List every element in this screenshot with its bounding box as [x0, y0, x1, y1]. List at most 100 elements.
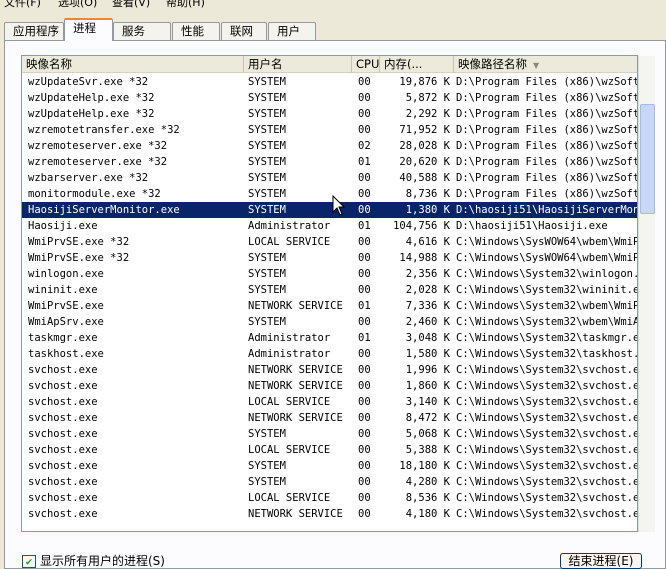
process-user-name: SYSTEM	[248, 76, 286, 88]
process-row[interactable]: svchost.exe NETWORK SERVICE 00 8,472 K C:\Wi…	[22, 410, 637, 426]
process-image-name: HaosijiServerMonitor.exe	[28, 204, 180, 216]
menu-options[interactable]: 选项(O)	[58, 0, 97, 8]
menu-file[interactable]: 文件(F)	[4, 0, 41, 8]
process-row[interactable]: WmiPrvSE.exe *32 LOCAL SERVICE 00 4,616 K C:…	[22, 234, 637, 250]
process-image-name: wzremotetransfer.exe *32	[28, 124, 180, 136]
process-row[interactable]: HaosijiServerMonitor.exe SYSTEM 00 1,380 KD…	[22, 202, 637, 218]
process-row[interactable]: wzremotetransfer.exe *32 SYSTEM 00 71,952 K…	[22, 122, 637, 138]
process-row[interactable]: wzremoteserver.exe *32 SYSTEM 02 28,028 K D:…	[22, 138, 637, 154]
process-row[interactable]: taskmgr.exe Administrator 01 3,048 K C:\Wind…	[22, 330, 637, 346]
process-row[interactable]: svchost.exe NETWORK SERVICE 00 1,996 K C:\Wi…	[22, 362, 637, 378]
process-image-path: D:\Program Files (x86)\wzSoft\	[456, 92, 637, 104]
column-image-path-label: 映像路径名称	[458, 57, 527, 71]
process-row[interactable]: svchost.exe LOCAL SERVICE 00 5,388 K C:\Wind…	[22, 442, 637, 458]
process-cpu: 01	[358, 332, 371, 344]
process-cpu: 01	[358, 220, 371, 232]
show-all-users-checkbox[interactable]: ✔	[22, 555, 36, 568]
column-image-name[interactable]: 映像名称	[22, 56, 244, 73]
tab-services[interactable]: 服务	[113, 22, 171, 40]
process-image-name: svchost.exe	[28, 428, 98, 440]
process-cpu: 00	[358, 236, 371, 248]
process-image-path: D:\Program Files (x86)\wzSoft\	[456, 124, 637, 136]
process-row[interactable]: svchost.exe NETWORK SERVICE 00 1,860 K C:\Wi…	[22, 378, 637, 394]
tab-networking[interactable]: 联网	[221, 22, 267, 40]
process-memory: 3,048 K	[405, 332, 450, 344]
tab-strip: 应用程序 进程 服务 性能 联网 用户	[0, 18, 666, 41]
process-image-path: C:\Windows\System32\winlogon.ex	[456, 268, 637, 280]
process-row[interactable]: svchost.exe SYSTEM 00 5,068 K C:\Windows\Sys…	[22, 426, 637, 442]
process-memory: 40,588 K	[399, 172, 450, 184]
process-row[interactable]: svchost.exe NETWORK SERVICE 00 4,180 K C:\Wi…	[22, 506, 637, 522]
process-user-name: LOCAL SERVICE	[248, 396, 331, 408]
process-cpu: 00	[358, 380, 371, 392]
process-cpu: 01	[358, 156, 371, 168]
process-cpu: 02	[358, 140, 371, 152]
vertical-scrollbar[interactable]	[638, 56, 655, 532]
process-row[interactable]: svchost.exe LOCAL SERVICE 00 3,140 K C:\Wind…	[22, 394, 637, 410]
process-row[interactable]: wzremoteserver.exe *32 SYSTEM 01 20,620 K D:…	[22, 154, 637, 170]
process-cpu: 00	[358, 172, 371, 184]
tab-processes[interactable]: 进程	[64, 18, 113, 41]
column-memory[interactable]: 内存(...	[380, 56, 454, 73]
process-memory: 5,388 K	[405, 444, 450, 456]
process-image-name: WmiPrvSE.exe *32	[28, 252, 130, 264]
process-image-name: svchost.exe	[28, 444, 98, 456]
process-user-name: NETWORK SERVICE	[248, 380, 343, 392]
process-image-name: wininit.exe	[28, 284, 98, 296]
process-user-name: SYSTEM	[248, 124, 286, 136]
checkmark-icon: ✔	[25, 555, 33, 568]
process-cpu: 00	[358, 108, 371, 120]
process-image-path: D:\Program Files (x86)\wzSoft\	[456, 188, 637, 200]
column-user-name[interactable]: 用户名	[244, 56, 352, 73]
menu-help[interactable]: 帮助(H)	[166, 0, 205, 8]
tab-applications[interactable]: 应用程序	[4, 22, 64, 40]
process-image-path: D:\Program Files (x86)\wzSoft\	[456, 140, 637, 152]
process-image-name: svchost.exe	[28, 380, 98, 392]
process-cpu: 00	[358, 476, 371, 488]
process-user-name: NETWORK SERVICE	[248, 300, 343, 312]
process-row[interactable]: WmiPrvSE.exe *32 SYSTEM 00 14,988 K C:\Windo…	[22, 250, 637, 266]
process-image-path: D:\Program Files (x86)\wzSoft\	[456, 156, 637, 168]
process-row[interactable]: wzUpdateHelp.exe *32 SYSTEM 00 5,872 K D:\Pr…	[22, 90, 637, 106]
process-row[interactable]: svchost.exe SYSTEM 00 18,180 K C:\Windows\Sy…	[22, 458, 637, 474]
mouse-pointer-icon	[332, 195, 346, 216]
process-memory: 8,472 K	[405, 412, 450, 424]
process-row[interactable]: taskhost.exe Administrator 00 1,580 K C:\Win…	[22, 346, 637, 362]
process-image-name: Haosiji.exe	[28, 220, 98, 232]
end-process-button[interactable]: 结束进程(E)	[560, 553, 642, 569]
show-all-users-label: 显示所有用户的进程(S)	[40, 554, 165, 568]
process-cpu: 00	[358, 316, 371, 328]
process-user-name: NETWORK SERVICE	[248, 364, 343, 376]
process-row[interactable]: wzUpdateSvr.exe *32 SYSTEM 00 19,876 K D:\Pr…	[22, 74, 637, 90]
scrollbar-thumb[interactable]	[640, 104, 655, 214]
process-row[interactable]: svchost.exe LOCAL SERVICE 00 8,536 K C:\Wind…	[22, 490, 637, 506]
tab-users[interactable]: 用户	[268, 22, 316, 40]
process-row[interactable]: WmiApSrv.exe SYSTEM 00 2,460 K C:\Windows\Sy…	[22, 314, 637, 330]
column-image-path[interactable]: 映像路径名称 ▼	[454, 56, 637, 73]
process-list[interactable]: 映像名称 用户名 CPU 内存(... 映像路径名称 ▼ wzUpdateSvr.…	[21, 55, 638, 532]
process-row[interactable]: wininit.exe SYSTEM 00 2,028 K C:\Windows\Sys…	[22, 282, 637, 298]
process-memory: 14,988 K	[399, 252, 450, 264]
process-memory: 4,180 K	[405, 508, 450, 520]
process-row[interactable]: monitormodule.exe *32 SYSTEM 00 8,736 K D:\P…	[22, 186, 637, 202]
process-row[interactable]: wzbarserver.exe *32 SYSTEM 00 40,588 K D:\Pr…	[22, 170, 637, 186]
process-image-name: svchost.exe	[28, 476, 98, 488]
process-image-name: taskhost.exe	[28, 348, 104, 360]
column-cpu[interactable]: CPU	[352, 56, 380, 73]
menu-view[interactable]: 查看(V)	[112, 0, 150, 8]
process-row[interactable]: Haosiji.exe Administrator 01 104,756 K D:\ha…	[22, 218, 637, 234]
process-cpu: 01	[358, 300, 371, 312]
process-image-path: C:\Windows\System32\svchost.ex	[456, 380, 637, 392]
process-image-path: C:\Windows\System32\taskhost.e	[456, 348, 637, 360]
tab-performance[interactable]: 性能	[172, 22, 220, 40]
process-image-path: C:\Windows\System32\svchost.ex	[456, 364, 637, 376]
process-image-name: svchost.exe	[28, 508, 98, 520]
process-row[interactable]: WmiPrvSE.exe NETWORK SERVICE 01 7,336 K C:\W…	[22, 298, 637, 314]
process-cpu: 00	[358, 364, 371, 376]
process-memory: 5,872 K	[405, 92, 450, 104]
process-memory: 28,028 K	[399, 140, 450, 152]
process-user-name: LOCAL SERVICE	[248, 444, 331, 456]
process-row[interactable]: wzUpdateHelp.exe *32 SYSTEM 00 2,292 K D:\Pr…	[22, 106, 637, 122]
process-row[interactable]: winlogon.exe SYSTEM 00 2,356 K C:\Windows\Sy…	[22, 266, 637, 282]
process-row[interactable]: svchost.exe SYSTEM 00 4,280 K C:\Windows\Sys…	[22, 474, 637, 490]
